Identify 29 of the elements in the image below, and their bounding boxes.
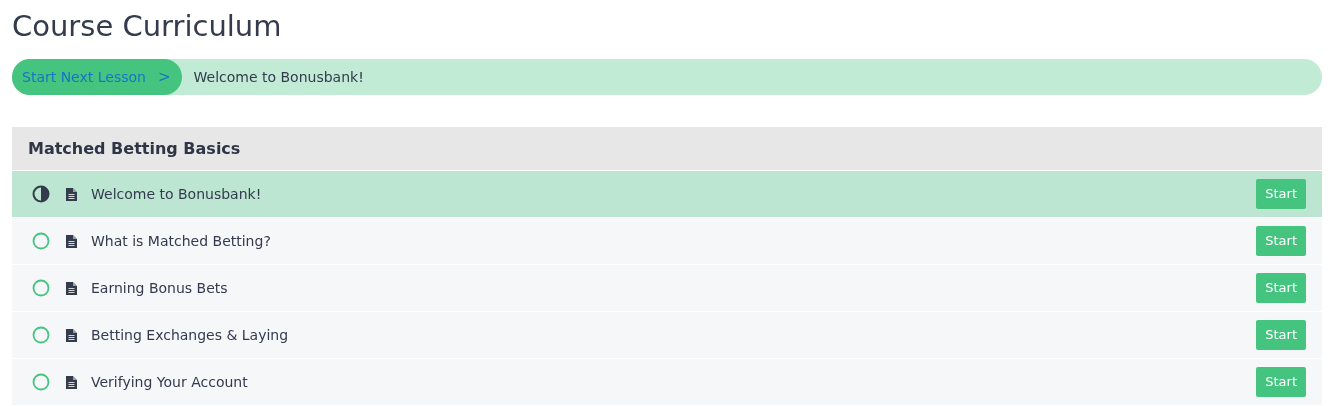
lesson-row[interactable]: Earning Bonus Bets Start [12,265,1322,311]
half-circle-icon [32,185,50,203]
document-icon [66,328,77,342]
start-button[interactable]: Start [1256,226,1306,256]
circle-icon [32,232,50,250]
document-icon [66,375,77,389]
lesson-row[interactable]: Welcome to Bonusbank! Start [12,171,1322,217]
page-title: Course Curriculum [12,8,283,45]
lesson-title: Betting Exchanges & Laying [91,325,290,345]
lesson-row[interactable]: What is Matched Betting? Start [12,218,1322,264]
document-icon [66,187,77,201]
start-button[interactable]: Start [1256,179,1306,209]
circle-icon [32,279,50,297]
circle-icon [32,373,50,391]
lesson-row[interactable]: Verifying Your Account Start [12,359,1322,405]
section-title: Matched Betting Basics [28,137,241,160]
document-icon [66,234,77,248]
lesson-title: Welcome to Bonusbank! [91,184,263,204]
start-next-lesson-button[interactable]: Start Next Lesson > [12,59,182,95]
circle-icon [32,326,50,344]
start-button[interactable]: Start [1256,273,1306,303]
start-button[interactable]: Start [1256,367,1306,397]
lesson-title: Earning Bonus Bets [91,278,229,298]
document-icon [66,281,77,295]
lesson-title: What is Matched Betting? [91,231,272,251]
start-button[interactable]: Start [1256,320,1306,350]
lesson-title: Verifying Your Account [91,372,249,392]
next-lesson-title: Welcome to Bonusbank! [193,67,364,87]
lesson-row[interactable]: Betting Exchanges & Laying Start [12,312,1322,358]
